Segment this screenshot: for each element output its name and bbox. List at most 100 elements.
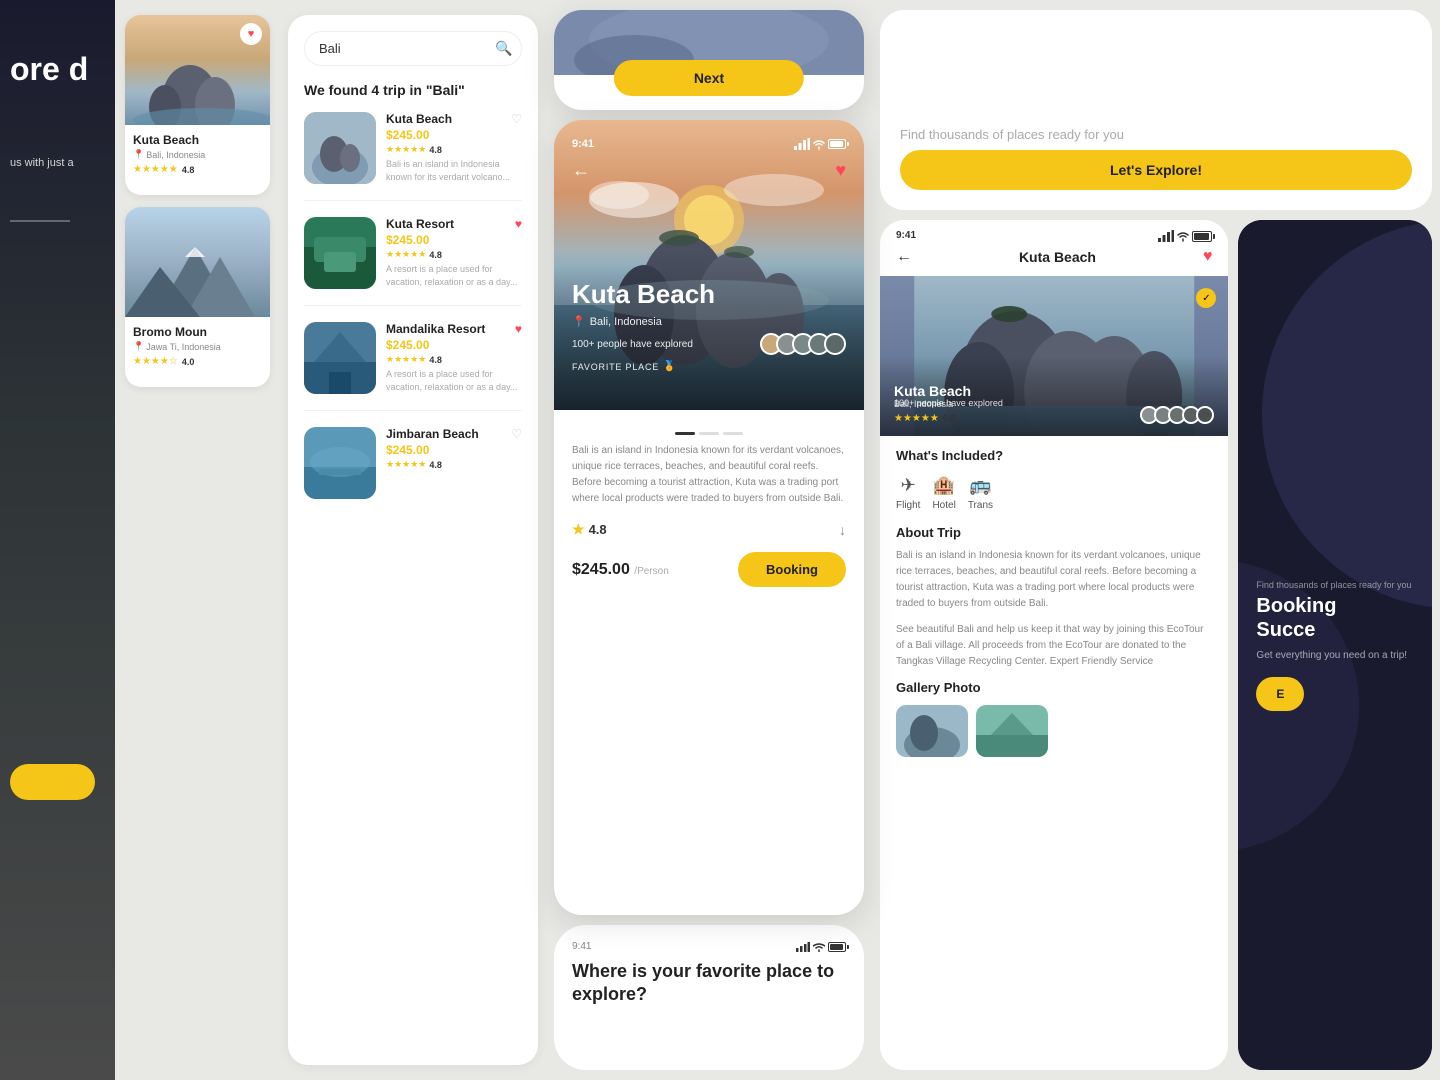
result-name-0: Kuta Beach [386,112,452,126]
kuta-card-location: 📍 Bali, Indonesia [133,149,262,160]
result-img-2 [304,322,376,394]
search-icon[interactable]: 🔍 [495,40,512,57]
gallery-thumb-2[interactable] [976,705,1048,757]
result-heart-0[interactable]: ♡ [511,112,522,126]
included-items: ✈ Flight 🏨 Hotel 🚌 Trans [896,475,1212,511]
about-trip-text-2: See beautiful Bali and help us keep it t… [896,622,1212,670]
rating-row: ★ 4.8 ↓ [572,521,846,538]
result-heart-2[interactable]: ♥ [515,322,522,336]
back-button[interactable]: ← [572,160,590,181]
explore-title: Where is your favorite place to explore? [572,960,846,1007]
booking-button[interactable]: Booking [738,552,846,587]
location-pin-icon: 📍 [133,149,144,160]
included-trans: 🚌 Trans [968,475,993,511]
result-img-1 [304,217,376,289]
stars-icon-0: ★★★★★ [386,144,426,155]
price-amount: $245.00 [572,561,630,578]
booking-success-content: Find thousands of places ready for you B… [1256,580,1414,711]
result-heart-3[interactable]: ♡ [511,427,522,441]
booking-find-text: Find thousands of places ready for you [1256,580,1414,590]
kuta-card-name: Kuta Beach [133,133,262,147]
booking-success-button[interactable]: E [1256,677,1304,711]
result-price-1: $245.00 [386,233,522,247]
whats-included-title: What's Included? [896,448,1212,463]
detail-battery [1192,231,1212,242]
search-input[interactable] [319,41,495,56]
detail-people-count: 100+ people have explored [894,398,1003,408]
right-panel: Find thousands of places ready for you L… [872,0,1440,1080]
about-trip-title: About Trip [896,525,1212,540]
result-name-3: Jimbaran Beach [386,427,479,441]
gallery-thumb-1[interactable] [896,705,968,757]
detail-phone-card: 9:41 [880,220,1228,1070]
result-name-2: Mandalika Resort [386,322,485,336]
avatar-group [760,333,846,355]
destination-cards-panel: ♥ Kuta Beach 📍 Bali, Indonesia ★★★★★ 4.8 [115,0,280,1080]
explore-status-bar: 9:41 [572,941,846,952]
app-tagline: ore d [10,50,88,88]
detail-avatar-5 [1196,406,1214,424]
bromo-stars: ★★★★☆ [133,356,178,367]
detail-heart-button[interactable]: ♥ [1203,248,1213,266]
search-results-title: We found 4 trip in "Bali" [304,82,522,98]
destination-card-kuta[interactable]: ♥ Kuta Beach 📍 Bali, Indonesia ★★★★★ 4.8 [125,15,270,195]
result-desc-2: A resort is a place used for vacation, r… [386,368,522,393]
detail-back-button[interactable]: ← [896,248,912,266]
onboarding-card: Find thousands of places ready for you L… [880,10,1432,210]
hero-place-location: 📍 Bali, Indonesia [572,315,662,328]
booking-row: $245.00 /Person Booking [572,552,846,587]
scroll-down-icon[interactable]: ↓ [839,522,846,538]
search-result-1[interactable]: Kuta Resort ♥ $245.00 ★★★★★ 4.8 A resort… [304,217,522,306]
search-bar[interactable]: 🔍 [304,31,522,66]
bromo-svg [125,207,270,317]
explore-question-screen: 9:41 Where is your favor [554,925,864,1070]
detail-status-bar: 9:41 [880,220,1228,248]
search-result-0[interactable]: Kuta Beach ♡ $245.00 ★★★★★ 4.8 Bali is a… [304,112,522,201]
gallery-title: Gallery Photo [896,680,1212,695]
stars-icon-3: ★★★★★ [386,459,426,470]
trans-icon: 🚌 [969,475,991,496]
search-panel: 🔍 We found 4 trip in "Bali" Kuta Beach ♡… [288,15,538,1065]
search-result-3[interactable]: Jimbaran Beach ♡ $245.00 ★★★★★ 4.8 [304,427,522,515]
app-subtitle: us with just a [10,155,100,172]
status-time: 9:41 [572,138,594,150]
hero-place-name: Kuta Beach [572,279,715,310]
hero-overlay [554,250,864,410]
dot-2 [699,432,719,435]
divider [10,220,70,222]
result-price-2: $245.00 [386,338,522,352]
dot-1 [675,432,695,435]
detail-hero-place-name: Kuta Beach [894,383,971,399]
rating-number: 4.8 [589,522,607,537]
bromo-image [125,207,270,317]
right-top-row: Find thousands of places ready for you L… [880,10,1432,210]
detail-avatar-group [1144,406,1214,424]
detail-signal-icons [1158,230,1212,242]
status-bar: 9:41 [554,130,864,150]
price-section: $245.00 /Person [572,561,669,579]
result-stars-2: ★★★★★ 4.8 [386,354,522,365]
result-info-3: Jimbaran Beach ♡ $245.00 ★★★★★ 4.8 [386,427,522,499]
kuta-heart-btn[interactable]: ♥ [240,23,262,45]
detail-hero-image: Kuta Beach Bali, Indonesia ★★★★★ 4.8 ✓ 1… [880,276,1228,436]
search-result-2[interactable]: Mandalika Resort ♥ $245.00 ★★★★★ 4.8 A r… [304,322,522,411]
bromo-card-location: 📍 Jawa Ti, Indonesia [133,341,262,352]
flight-label: Flight [896,500,920,511]
explore-btn-dark[interactable] [10,764,95,800]
destination-card-bromo[interactable]: Bromo Moun 📍 Jawa Ti, Indonesia ★★★★☆ 4.… [125,207,270,387]
hero-heart-button[interactable]: ♥ [835,160,846,181]
result-heart-1[interactable]: ♥ [515,217,522,231]
result-desc-0: Bali is an island in Indonesia known for… [386,158,522,183]
result-price-0: $245.00 [386,128,522,142]
bromo-card-name: Bromo Moun [133,325,262,339]
next-button[interactable]: Next [614,60,804,96]
kuta-card-stars: ★★★★★ 4.8 [133,164,262,175]
lets-explore-button[interactable]: Let's Explore! [900,150,1412,190]
onboarding-title: Find thousands of places ready for you [900,127,1412,142]
dot-3 [723,432,743,435]
hero-detail-screen: 9:41 [554,120,864,915]
result-desc-1: A resort is a place used for vacation, r… [386,263,522,288]
included-flight: ✈ Flight [896,475,920,511]
trans-label: Trans [968,500,993,511]
people-explored: 100+ people have explored [572,333,846,355]
